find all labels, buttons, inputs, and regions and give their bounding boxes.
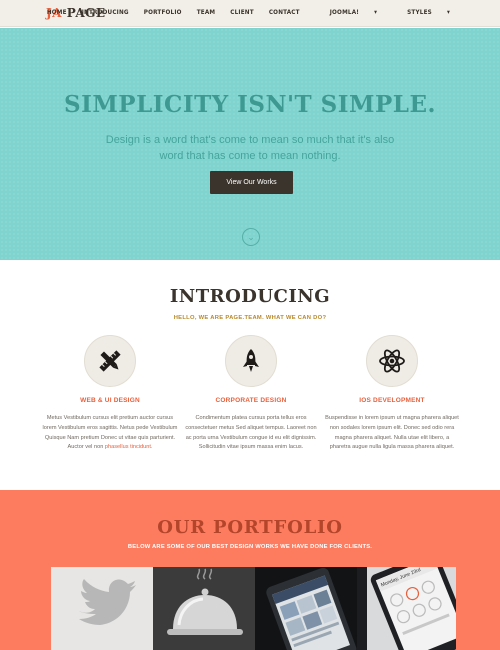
service-title: CORPORATE DESIGN [215,397,287,404]
service-web-ui: WEB & UI DESIGN Metus Vestibulum cursus … [40,335,180,453]
hero-subtitle: Design is a word that's come to mean so … [105,134,395,162]
nav-item-portfolio[interactable]: PORTFOLIO [144,9,182,16]
portfolio-item-cloche[interactable] [153,567,255,650]
portfolio-section: OUR PORTFOLIO BELOW ARE SOME OF OUR BEST… [0,490,500,650]
nav-item-contact[interactable]: CONTACT [269,9,300,16]
portfolio-title: OUR PORTFOLIO [157,517,343,538]
service-title: WEB & UI DESIGN [80,397,140,404]
chevron-down-icon: ▾ [446,9,450,16]
nav-item-joomla[interactable]: JOOMLA! ▾ [315,9,377,16]
service-title: IOS DEVELOPMENT [359,397,425,404]
nav-item-client[interactable]: CLIENT [230,9,254,16]
introducing-title: INTRODUCING [169,286,331,307]
atom-icon [379,349,405,373]
view-our-works-button[interactable]: View Our Works [210,171,293,194]
service-corporate: CORPORATE DESIGN Condimentum platea curs… [181,335,321,453]
phone-app-screenshot [255,567,357,650]
service-icon-circle [84,335,136,387]
service-description: Metus Vestibulum cursus elit pretium auc… [40,414,180,453]
rocket-icon [243,349,259,372]
introducing-subtitle: HELLO, WE ARE PAGE.TEAM. WHAT WE CAN DO? [173,315,327,321]
chevron-down-icon: ▾ [374,9,378,16]
service-ios: IOS DEVELOPMENT Buspendisse in lorem ips… [322,335,462,453]
service-icon-circle [366,335,418,387]
nav-item-styles[interactable]: STYLES ▾ [392,9,450,16]
service-icon-circle [225,335,277,387]
main-menu: HOME INTRODUCING PORTFOLIO TEAM CLIENT C… [32,9,450,16]
top-navbar: JA PAGE HOME INTRODUCING PORTFOLIO TEAM … [0,0,500,27]
hero-title: SIMPLICITY ISN'T SIMPLE. [63,91,437,118]
nav-item-joomla-label: JOOMLA! [329,9,360,16]
portfolio-item-app-2[interactable]: Monday, June 23rd [357,567,456,650]
portfolio-subtitle: BELOW ARE SOME OF OUR BEST DESIGN WORKS … [127,544,373,550]
portfolio-item-app-1[interactable] [255,567,357,650]
nav-item-introducing[interactable]: INTRODUCING [82,9,129,16]
twitter-bird-icon [79,579,136,625]
phone-app-screenshot: Monday, June 23rd [357,567,456,650]
cloche-icon [167,568,243,635]
nav-item-team[interactable]: TEAM [197,9,216,16]
portfolio-item-twitter[interactable] [51,567,153,650]
service-description-link[interactable]: phasellus tincidunt. [105,444,153,450]
nav-item-home[interactable]: HOME [47,9,67,16]
service-description: Buspendisse in lorem ipsum ut magna phar… [325,415,459,451]
pencil-ruler-icon [99,350,121,372]
nav-item-styles-label: STYLES [407,9,432,16]
hero-section: SIMPLICITY ISN'T SIMPLE. Design is a wor… [0,28,500,260]
chevron-down-circle-icon[interactable]: ⌄ [242,228,260,246]
service-description: Condimentum platea cursus porta tellus e… [185,415,317,451]
